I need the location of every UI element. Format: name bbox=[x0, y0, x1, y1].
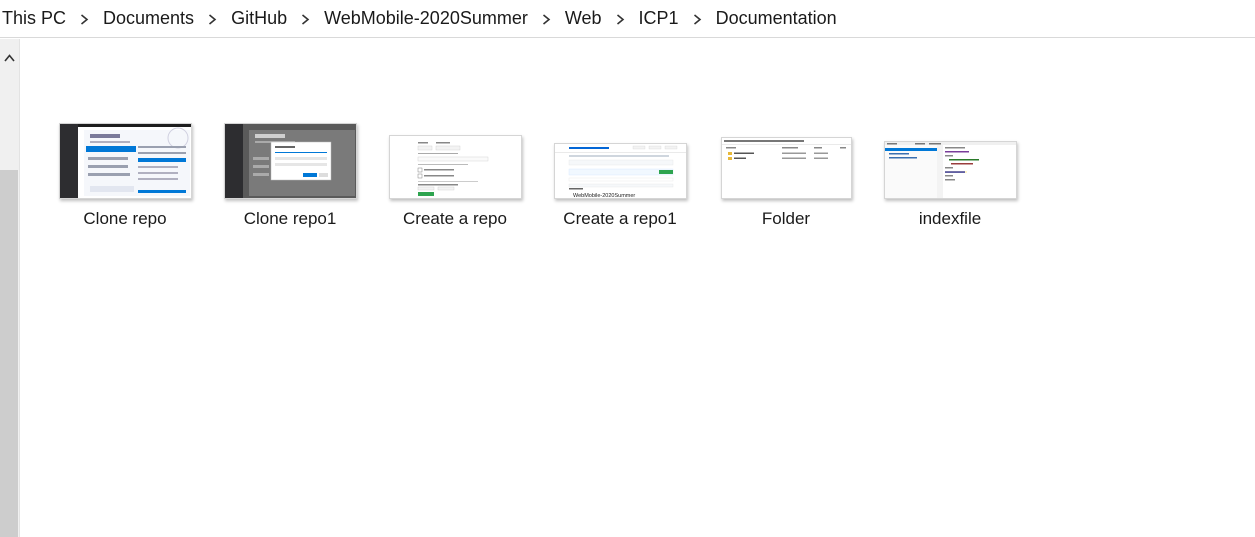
file-tile[interactable]: Clone repo1 bbox=[215, 115, 365, 233]
image-thumbnail bbox=[223, 123, 357, 199]
chevron-right-icon[interactable] bbox=[604, 8, 637, 29]
chevron-right-icon[interactable] bbox=[289, 8, 322, 29]
breadcrumb-this-pc[interactable]: This PC bbox=[0, 8, 68, 29]
file-tile[interactable]: indexfile bbox=[875, 115, 1025, 233]
file-name: Folder bbox=[761, 209, 811, 228]
image-thumbnail bbox=[58, 123, 192, 199]
breadcrumb-documentation[interactable]: Documentation bbox=[714, 8, 839, 29]
image-thumbnail bbox=[388, 135, 522, 199]
chevron-up-icon[interactable] bbox=[0, 49, 18, 67]
breadcrumb-webmobile[interactable]: WebMobile-2020Summer bbox=[322, 8, 530, 29]
breadcrumb-web[interactable]: Web bbox=[563, 8, 604, 29]
file-name: Clone repo bbox=[83, 209, 167, 228]
breadcrumb-documents[interactable]: Documents bbox=[101, 8, 196, 29]
file-name: indexfile bbox=[918, 209, 982, 228]
chevron-right-icon[interactable] bbox=[196, 8, 229, 29]
image-thumbnail bbox=[720, 137, 852, 199]
file-tile[interactable]: Folder bbox=[711, 115, 861, 233]
scrollbar-thumb[interactable] bbox=[0, 170, 18, 537]
file-tile[interactable]: Create a repo bbox=[380, 115, 530, 233]
file-tile[interactable]: Clone repo bbox=[50, 115, 200, 233]
chevron-right-icon[interactable] bbox=[68, 8, 101, 29]
chevron-right-icon[interactable] bbox=[530, 8, 563, 29]
chevron-right-icon[interactable] bbox=[681, 8, 714, 29]
file-grid: Clone repo Clone repo1 Create a repo Web… bbox=[21, 39, 1255, 537]
file-tile[interactable]: WebMobile-2020Summer Create a repo1 bbox=[545, 115, 695, 233]
breadcrumb-github[interactable]: GitHub bbox=[229, 8, 289, 29]
breadcrumb-icp1[interactable]: ICP1 bbox=[637, 8, 681, 29]
file-name: Create a repo bbox=[403, 209, 507, 228]
image-thumbnail bbox=[883, 141, 1017, 199]
image-thumbnail: WebMobile-2020Summer bbox=[553, 143, 687, 199]
svg-text:WebMobile-2020Summer: WebMobile-2020Summer bbox=[573, 193, 635, 199]
file-name: Create a repo1 bbox=[563, 209, 677, 228]
file-name: Clone repo1 bbox=[243, 209, 337, 228]
nav-pane-scrollbar[interactable] bbox=[0, 39, 20, 537]
address-breadcrumb: This PC Documents GitHub WebMobile-2020S… bbox=[0, 0, 1255, 38]
